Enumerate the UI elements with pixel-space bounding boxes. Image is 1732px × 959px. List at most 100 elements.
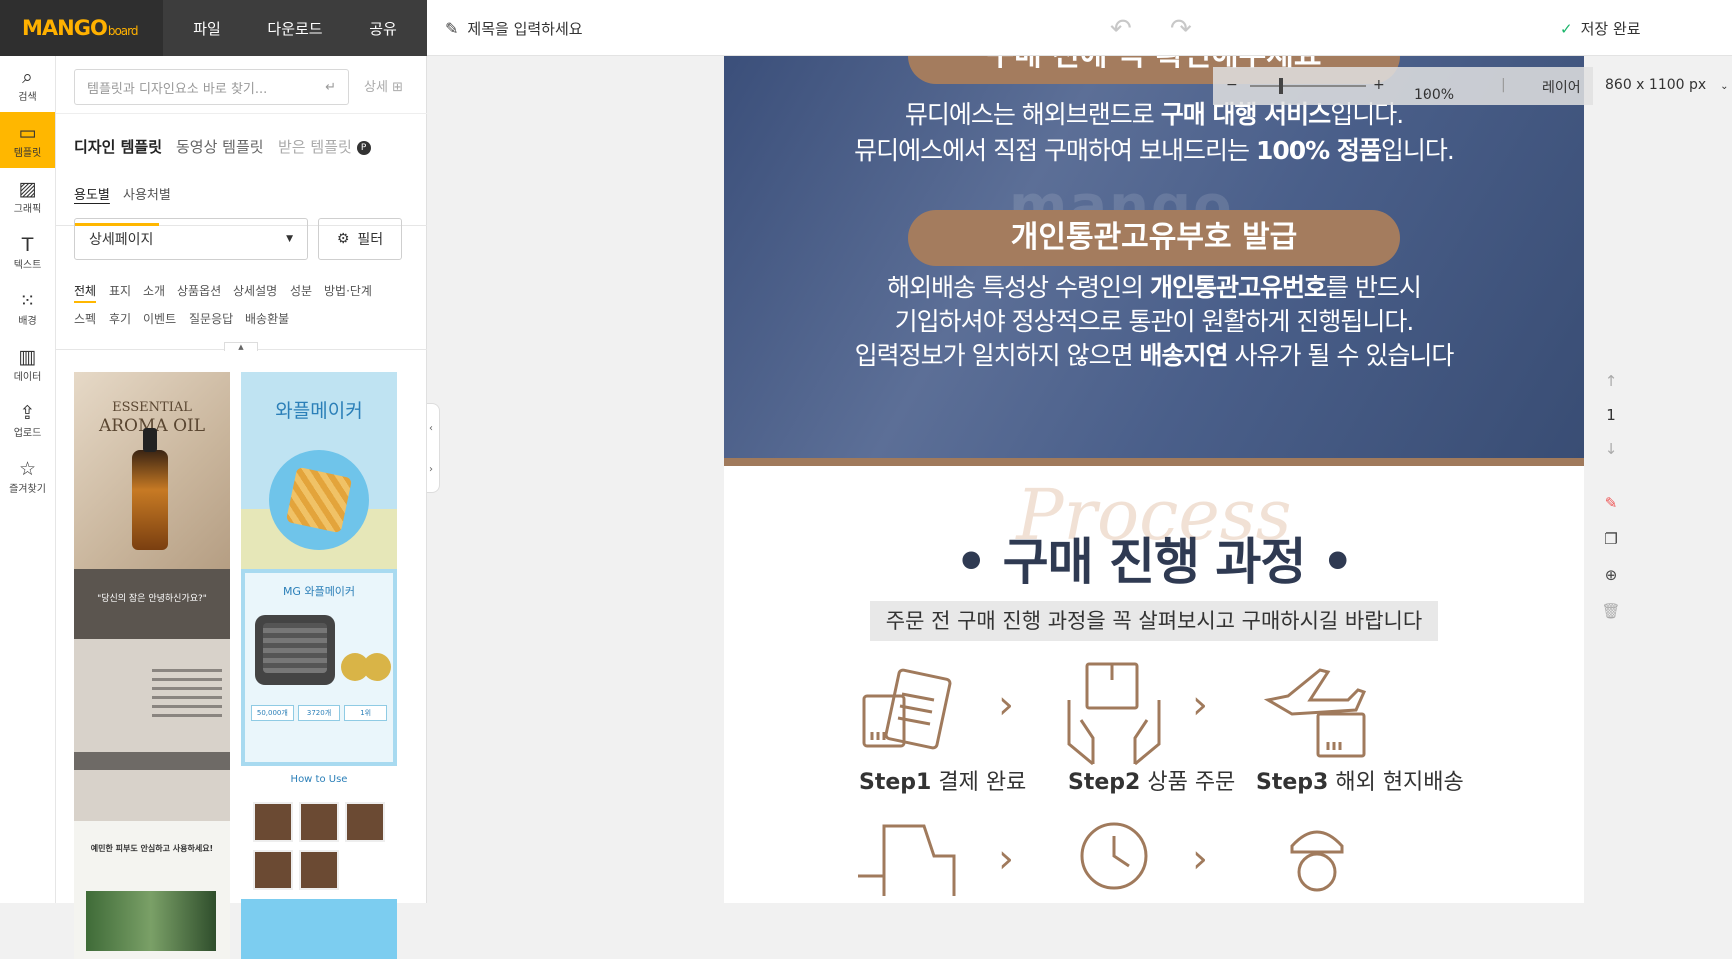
warehouse-icon — [858, 824, 956, 896]
food-image — [345, 802, 385, 842]
bottle-image — [132, 428, 168, 550]
template-thumb-aroma[interactable]: ESSENTIAL AROMA OIL — [74, 372, 230, 569]
zoom-level-value: 100% — [1414, 87, 1455, 103]
title-field[interactable]: ✎ 제목을 입력하세요 — [445, 0, 583, 56]
subtab-purpose[interactable]: 용도별 — [74, 184, 110, 203]
cat-cover[interactable]: 표지 — [109, 282, 131, 299]
thumb-text: "당신의 잠은 안녕하신가요?" — [74, 569, 230, 639]
cat-description[interactable]: 상세설명 — [233, 282, 277, 299]
chevron-right-icon: › — [998, 836, 1014, 882]
zoom-toolbar: − + 100% ⌄ | 레이어 — [1213, 67, 1593, 105]
cat-spec[interactable]: 스펙 — [74, 310, 96, 327]
save-status: ✓ 저장 완료 — [1560, 18, 1641, 39]
cat-shipping[interactable]: 배송환불 — [245, 310, 289, 327]
graphic-icon: ▨ — [18, 177, 37, 200]
tab-video-template[interactable]: 동영상 템플릿 — [176, 136, 264, 157]
rail-label: 배경 — [18, 315, 37, 327]
template-tabs: 디자인 템플릿 동영상 템플릿 받은 템플릿 P — [56, 113, 427, 226]
chevron-right-icon: › — [998, 682, 1014, 728]
leaf-image — [86, 891, 216, 951]
rail-search[interactable]: ⌕ 검색 — [0, 56, 55, 112]
layer-button[interactable]: 레이어 — [1542, 77, 1581, 97]
trash-icon[interactable]: 🗑 — [1601, 602, 1621, 620]
zoom-in-button[interactable]: + — [1373, 77, 1385, 93]
menu-share[interactable]: 공유 — [339, 18, 427, 39]
stat: 1위 — [344, 705, 388, 721]
add-page-icon[interactable]: ⊕ — [1601, 566, 1621, 584]
clipboard-payment-icon — [862, 668, 952, 750]
save-status-text: 저장 완료 — [1580, 20, 1641, 38]
chevron-right-icon: › — [1192, 682, 1208, 728]
step-1-label: Step1 결제 완료 — [859, 770, 1027, 795]
collapse-categories-button[interactable]: ▲ — [224, 342, 258, 351]
duplicate-page-icon[interactable]: ❐ — [1601, 530, 1621, 548]
chevron-right-icon: › — [429, 464, 433, 475]
menu-file[interactable]: 파일 — [163, 18, 251, 39]
template-thumb-waffle[interactable]: 와플메이커 — [241, 372, 397, 569]
chevron-right-icon: › — [1192, 836, 1208, 882]
clock-delivery-icon — [1080, 822, 1148, 890]
plus-square-icon: ⊞ — [392, 80, 403, 95]
subtab-usage[interactable]: 사용처별 — [123, 184, 171, 203]
food-image — [299, 802, 339, 842]
cat-event[interactable]: 이벤트 — [143, 310, 176, 327]
zoom-slider[interactable] — [1250, 85, 1366, 87]
background-icon: ⁙ — [19, 289, 36, 312]
cat-intro[interactable]: 소개 — [143, 282, 165, 299]
template-thumb-howto[interactable]: How to Use — [241, 768, 397, 959]
design-canvas[interactable]: mango 구매 전에 꼭 확인해주세요 뮤디에스는 해외브랜드로 구매 대행 … — [724, 56, 1584, 903]
menu-download[interactable]: 다운로드 — [251, 18, 339, 39]
thumb-lines — [152, 669, 222, 723]
rail-graphic[interactable]: ▨ 그래픽 — [0, 168, 55, 224]
template-thumb-skin[interactable]: 예민한 피부도 안심하고 사용하세요! — [74, 821, 230, 959]
template-thumb-sleep[interactable]: "당신의 잠은 안녕하신가요?" — [74, 569, 230, 821]
notice-line-3: 해외배송 특성상 수령인의 개인통관고유번호를 반드시 — [887, 273, 1422, 302]
color-picker-icon[interactable]: ✎ — [1601, 494, 1621, 512]
canvas-size-select[interactable]: 860 x 1100 px ⌄ — [1605, 77, 1729, 93]
tab-received-template[interactable]: 받은 템플릿 P — [278, 136, 371, 157]
template-thumb-waffle-maker[interactable]: MG 와플메이커 50,000개 3720개 1위 — [241, 569, 397, 766]
page-down-icon[interactable]: ↓ — [1601, 440, 1621, 458]
divider-line — [724, 458, 1584, 466]
process-title: • 구매 진행 과정 • — [955, 533, 1354, 591]
step-3-label: Step3 해외 현지배송 — [1256, 770, 1464, 795]
cat-ingredient[interactable]: 성분 — [290, 282, 312, 299]
logo[interactable]: MANGO board — [0, 0, 163, 56]
page-number: 1 — [1606, 406, 1616, 424]
rail-template[interactable]: ▭ 템플릿 — [0, 112, 55, 168]
zoom-slider-handle[interactable] — [1279, 78, 1283, 94]
search-input[interactable]: 템플릿과 디자인요소 바로 찾기... ↵ — [74, 69, 349, 105]
thumb-band — [74, 752, 230, 770]
page-up-icon[interactable]: ↑ — [1601, 372, 1621, 390]
rail-data[interactable]: ▥ 데이터 — [0, 336, 55, 392]
rail-label: 그래픽 — [13, 203, 42, 215]
redo-icon[interactable]: ↷ — [1170, 14, 1192, 44]
filter-label: 필터 — [357, 232, 384, 248]
thumb-text: 예민한 피부도 안심하고 사용하세요! — [90, 844, 214, 853]
undo-icon[interactable]: ↶ — [1110, 14, 1132, 44]
tab-design-template[interactable]: 디자인 템플릿 — [74, 136, 162, 157]
cat-method[interactable]: 방법·단계 — [324, 282, 372, 299]
search-icon: ⌕ — [22, 65, 33, 88]
cat-review[interactable]: 후기 — [109, 310, 131, 327]
brand-bar: MANGO board 파일 다운로드 공유 — [0, 0, 427, 56]
logo-sub: board — [107, 24, 139, 38]
cat-all[interactable]: 전체 — [74, 282, 97, 303]
rail-text[interactable]: T 텍스트 — [0, 224, 55, 280]
rail-background[interactable]: ⁙ 배경 — [0, 280, 55, 336]
filter-button[interactable]: ⚙ 필터 — [318, 218, 402, 260]
cat-qna[interactable]: 질문응답 — [189, 310, 233, 327]
zoom-out-button[interactable]: − — [1226, 77, 1238, 93]
rail-upload[interactable]: ⇪ 업로드 — [0, 392, 55, 448]
left-rail: ⌕ 검색 ▭ 템플릿 ▨ 그래픽 T 텍스트 ⁙ 배경 ▥ 데이터 ⇪ 업로드 ☆ 즐겨찾기 — [0, 56, 56, 903]
logo-text: MANGO — [22, 16, 108, 40]
enter-icon: ↵ — [325, 79, 336, 95]
rail-favorites[interactable]: ☆ 즐겨찾기 — [0, 448, 55, 504]
category-select[interactable]: 상세페이지 ▼ — [74, 218, 308, 260]
rail-label: 텍스트 — [13, 259, 42, 271]
detail-button[interactable]: 상세 ⊞ — [364, 76, 403, 95]
cat-option[interactable]: 상품옵션 — [177, 282, 221, 299]
stat: 50,000개 — [251, 705, 294, 721]
thumb-text: MG 와플메이커 — [282, 585, 356, 598]
panel-toggle-handle[interactable]: ‹ › — [427, 403, 440, 493]
